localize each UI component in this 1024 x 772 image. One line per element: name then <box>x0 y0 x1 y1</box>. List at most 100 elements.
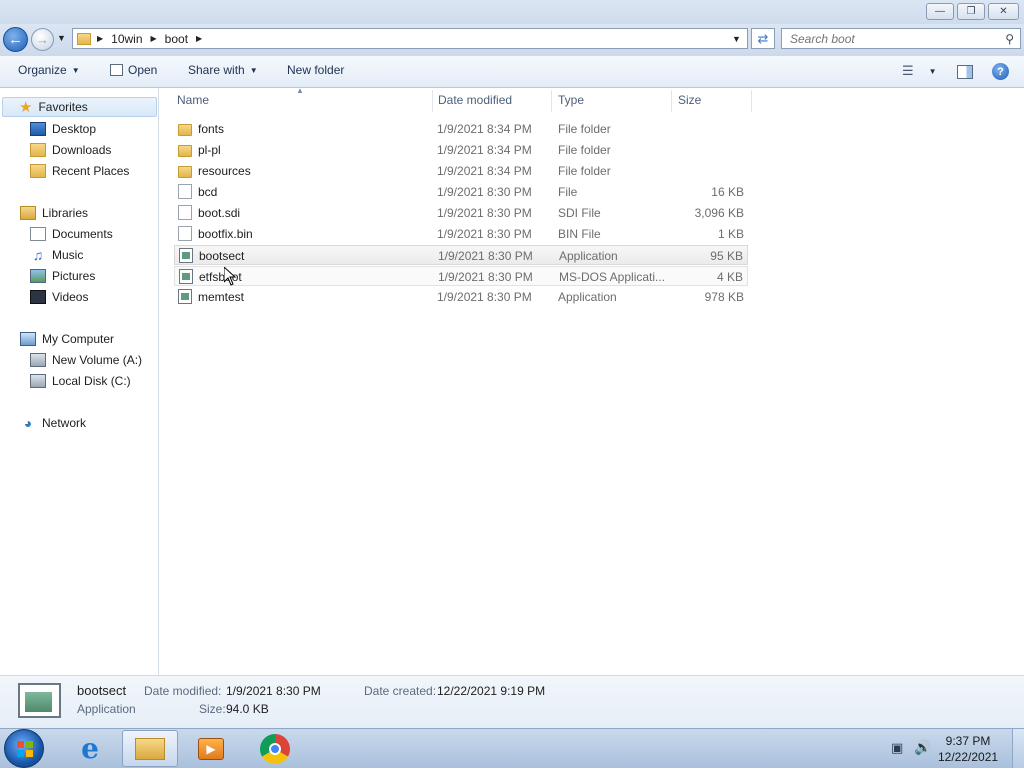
file-row-boot-sdi[interactable]: boot.sdi 1/9/2021 8:30 PM SDI File 3,096… <box>174 203 748 223</box>
file-row-pl-pl[interactable]: pl-pl 1/9/2021 8:34 PM File folder <box>174 140 748 160</box>
taskbar-media-player[interactable]: ▶ <box>183 730 239 767</box>
restore-icon: ❐ <box>966 6 976 17</box>
breadcrumb-arrow-icon[interactable]: ▶ <box>97 34 103 43</box>
column-divider[interactable] <box>432 90 433 112</box>
star-icon: ★ <box>19 99 33 116</box>
desktop-icon <box>30 122 46 136</box>
share-with-button[interactable]: Share with ▼ <box>188 63 258 77</box>
file-type: MS-DOS Applicati... <box>559 270 666 284</box>
nav-label: Libraries <box>42 206 89 220</box>
nav-item-desktop[interactable]: Desktop <box>30 119 96 139</box>
column-divider[interactable] <box>671 90 672 112</box>
file-row-bootfix-bin[interactable]: bootfix.bin 1/9/2021 8:30 PM BIN File 1 … <box>174 224 748 244</box>
nav-item-pictures[interactable]: Pictures <box>30 266 95 286</box>
nav-item-new-volume[interactable]: New Volume (A:) <box>30 350 142 370</box>
file-name: bootsect <box>199 249 245 263</box>
breadcrumb-boot[interactable]: boot <box>165 32 188 46</box>
refresh-button[interactable]: ⇄ <box>751 28 775 49</box>
restore-button[interactable]: ❐ <box>957 3 985 20</box>
windows-logo-icon <box>17 741 33 757</box>
nav-item-videos[interactable]: Videos <box>30 287 88 307</box>
nav-item-documents[interactable]: Documents <box>30 224 113 244</box>
file-row-resources[interactable]: resources 1/9/2021 8:34 PM File folder <box>174 161 748 181</box>
column-header-bar <box>160 88 1024 113</box>
show-desktop-button[interactable] <box>1012 729 1024 768</box>
search-input[interactable] <box>790 31 990 46</box>
column-type[interactable]: Type <box>558 93 584 107</box>
dropdown-arrow-icon: ▼ <box>71 65 80 75</box>
file-row-bootsect[interactable]: bootsect 1/9/2021 8:30 PM Application 95… <box>174 245 748 265</box>
file-date: 1/9/2021 8:34 PM <box>437 164 532 178</box>
close-button[interactable]: ✕ <box>988 3 1019 20</box>
organize-button[interactable]: Organize ▼ <box>18 63 80 77</box>
nav-item-recent-places[interactable]: Recent Places <box>30 161 129 181</box>
file-type: BIN File <box>558 227 601 241</box>
file-row-bcd[interactable]: bcd 1/9/2021 8:30 PM File 16 KB <box>174 182 748 202</box>
details-file-type: Application <box>77 702 136 716</box>
forward-button[interactable]: → <box>31 28 54 51</box>
column-date-modified[interactable]: Date modified <box>438 93 512 107</box>
taskbar-internet-explorer[interactable]: e <box>62 730 118 767</box>
details-date-created: 12/22/2021 9:19 PM <box>437 684 546 698</box>
breadcrumb-arrow-icon[interactable]: ▶ <box>151 34 157 43</box>
nav-network[interactable]: ◕ Network <box>20 413 86 433</box>
details-size: 94.0 KB <box>226 702 269 716</box>
column-size[interactable]: Size <box>678 93 701 107</box>
column-divider[interactable] <box>551 90 552 112</box>
file-date: 1/9/2021 8:30 PM <box>438 249 533 263</box>
volume-tray-icon[interactable]: 🔊 <box>914 739 931 756</box>
back-arrow-icon: ← <box>8 31 23 48</box>
start-button[interactable] <box>4 729 44 768</box>
network-tray-icon[interactable]: ▣ <box>891 740 903 756</box>
nav-label: Pictures <box>52 269 96 283</box>
minimize-button[interactable]: — <box>926 3 954 20</box>
sort-ascending-icon: ▲ <box>296 86 304 95</box>
address-bar[interactable]: ▶ 10win ▶ boot ▶ <box>72 28 748 49</box>
folder-icon <box>77 32 91 45</box>
mouse-cursor-icon <box>224 267 236 286</box>
new-folder-button[interactable]: New folder <box>287 63 344 77</box>
breadcrumb-10win[interactable]: 10win <box>111 32 142 46</box>
change-view-button[interactable]: ☰ ▼ <box>902 63 937 79</box>
breadcrumb-arrow-icon[interactable]: ▶ <box>196 34 202 43</box>
taskbar-clock[interactable]: 9:37 PM 12/22/2021 <box>938 733 998 765</box>
details-date-modified-label: Date modified: <box>144 684 222 698</box>
file-size: 16 KB <box>711 185 744 199</box>
nav-favorites[interactable]: ★ Favorites <box>2 97 157 117</box>
taskbar-chrome[interactable] <box>247 730 303 767</box>
nav-label: Desktop <box>52 122 97 136</box>
nav-libraries[interactable]: Libraries <box>20 203 88 223</box>
nav-item-downloads[interactable]: Downloads <box>30 140 111 160</box>
preview-pane-icon[interactable] <box>957 65 973 79</box>
details-date-created-label: Date created: <box>364 684 437 698</box>
address-dropdown-icon[interactable]: ▼ <box>732 34 741 44</box>
nav-item-music[interactable]: ♫ Music <box>30 245 84 265</box>
file-size: 3,096 KB <box>694 206 744 220</box>
recent-pages-dropdown[interactable]: ▼ <box>57 33 66 43</box>
clock-time: 9:37 PM <box>945 734 991 748</box>
file-date: 1/9/2021 8:30 PM <box>437 185 532 199</box>
open-button[interactable]: Open <box>110 63 157 77</box>
file-row-memtest[interactable]: memtest 1/9/2021 8:30 PM Application 978… <box>174 287 748 307</box>
help-icon[interactable]: ? <box>992 63 1009 80</box>
file-name: resources <box>198 164 251 178</box>
file-icon <box>178 226 192 241</box>
file-date: 1/9/2021 8:30 PM <box>437 206 532 220</box>
search-icon[interactable]: ⚲ <box>1005 32 1014 46</box>
column-divider[interactable] <box>751 90 752 112</box>
nav-label: My Computer <box>42 332 115 346</box>
nav-item-local-disk[interactable]: Local Disk (C:) <box>30 371 131 391</box>
file-row-fonts[interactable]: fonts 1/9/2021 8:34 PM File folder <box>174 119 748 139</box>
file-date: 1/9/2021 8:30 PM <box>437 227 532 241</box>
column-name[interactable]: Name <box>177 93 209 107</box>
back-button[interactable]: ← <box>3 27 28 52</box>
clock-date: 12/22/2021 <box>938 750 999 764</box>
search-box[interactable]: ⚲ <box>781 28 1021 49</box>
downloads-folder-icon <box>30 143 46 157</box>
nav-my-computer[interactable]: My Computer <box>20 329 114 349</box>
file-icon <box>178 205 192 220</box>
nav-label: Videos <box>52 290 89 304</box>
file-row-etfsboot[interactable]: etfsboot 1/9/2021 8:30 PM MS-DOS Applica… <box>174 266 748 286</box>
file-date: 1/9/2021 8:34 PM <box>437 143 532 157</box>
taskbar-windows-explorer[interactable] <box>122 730 178 767</box>
